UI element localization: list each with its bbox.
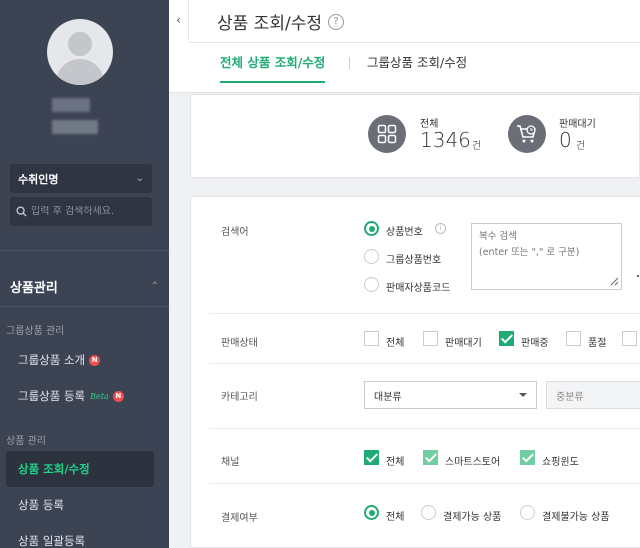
checkbox-status-on-sale[interactable]	[499, 331, 514, 346]
summary-card: 전체 1346 건 판매대기 0 건	[190, 94, 640, 178]
tab-all-products[interactable]: 전체 상품 조회/수정	[220, 52, 326, 83]
blurred-id	[52, 120, 98, 134]
sidebar-item-label: 그룹상품 소개	[18, 353, 86, 367]
option-channel-all: 전체	[386, 457, 405, 468]
sidebar-item-label: 상품 조회/수정	[18, 462, 90, 476]
info-icon[interactable]: i	[435, 223, 446, 234]
option-payment-impossible: 결제불가능 상품	[542, 512, 610, 523]
sidebar-collapse-button[interactable]: ‹	[169, 0, 189, 40]
sidebar-item-bulk-register[interactable]: 상품 일괄등록	[6, 523, 154, 548]
sidebar-item-group-register[interactable]: 그룹상품 등록 Beta N	[6, 378, 154, 414]
help-icon[interactable]: ?	[327, 13, 344, 30]
stat-waiting-unit: 건	[576, 141, 586, 152]
tab-group-products[interactable]: 그룹상품 조회/수정	[367, 52, 467, 83]
option-status-sold-out: 품절	[588, 338, 607, 349]
category-middle-value: 중분류	[556, 391, 584, 403]
menu-group-group-products: 그룹상품 관리	[6, 326, 65, 337]
avatar-body	[56, 59, 104, 85]
caret-down-icon	[519, 393, 527, 397]
sidebar-item-group-intro[interactable]: 그룹상품 소개 N	[6, 342, 154, 378]
blurred-name	[52, 98, 90, 112]
radio-payment-all[interactable]	[364, 505, 379, 520]
checkbox-status-more[interactable]	[622, 331, 637, 346]
search-icon	[16, 206, 27, 217]
sidebar-item-label: 그룹상품 등록	[18, 389, 86, 403]
chevron-up-icon: ⌃	[150, 280, 159, 292]
new-badge: N	[112, 390, 124, 402]
sidebar-search-input[interactable]	[31, 206, 146, 217]
payment-label: 결제여부	[221, 513, 258, 524]
category-label: 카테고리	[221, 392, 258, 403]
edge-marker	[637, 275, 639, 277]
menu-title: 상품관리	[10, 280, 58, 296]
category-major-value: 대분류	[374, 391, 402, 403]
row-divider	[209, 363, 640, 364]
stat-total-value[interactable]: 1346	[420, 128, 471, 152]
menu-product-management[interactable]: 상품관리 ⌃	[0, 268, 169, 304]
checkbox-status-sold-out[interactable]	[566, 331, 581, 346]
option-seller-code: 판매자상품코드	[386, 283, 451, 294]
search-textarea[interactable]	[471, 223, 622, 290]
sidebar-search[interactable]	[10, 197, 152, 226]
search-form: 검색어 상품번호 i 그룹상품번호 판매자상품코드 판매상태 전체 판매대기 판…	[190, 196, 640, 548]
sidebar-item-label: 상품 등록	[18, 498, 64, 512]
status-label: 판매상태	[221, 338, 258, 349]
checkbox-channel-smartstore[interactable]	[423, 450, 438, 465]
sidebar-item-product-search[interactable]: 상품 조회/수정	[6, 451, 154, 487]
avatar[interactable]	[47, 19, 113, 85]
option-product-number: 상품번호	[386, 227, 423, 238]
row-divider	[209, 483, 640, 484]
row-divider	[209, 428, 640, 429]
checkbox-status-waiting[interactable]	[423, 331, 438, 346]
option-payment-possible: 결제가능 상품	[443, 512, 502, 523]
search-label: 검색어	[221, 227, 249, 238]
stat-total-unit: 건	[472, 141, 482, 152]
menu-group-products: 상품 관리	[6, 436, 46, 447]
page-title: 상품 조회/수정 ?	[217, 9, 344, 34]
option-status-waiting: 판매대기	[445, 338, 482, 349]
cart-clock-icon[interactable]	[508, 115, 546, 153]
category-major-select[interactable]: 대분류	[364, 381, 537, 409]
option-channel-smartstore: 스마트스토어	[445, 457, 501, 468]
radio-payment-impossible[interactable]	[520, 505, 535, 520]
row-divider	[209, 313, 640, 314]
tab-separator	[349, 57, 350, 69]
radio-payment-possible[interactable]	[421, 505, 436, 520]
option-status-all: 전체	[386, 338, 405, 349]
option-channel-shopping-window: 쇼핑윈도	[542, 457, 579, 468]
category-middle-select[interactable]: 중분류	[546, 381, 640, 409]
beta-label: Beta	[90, 391, 109, 401]
search-type-select[interactable]: 수취인명 ⌄	[10, 164, 152, 193]
checkbox-status-all[interactable]	[364, 331, 379, 346]
radio-seller-code[interactable]	[364, 277, 379, 292]
radio-group-product-number[interactable]	[364, 249, 379, 264]
header-divider	[189, 42, 640, 43]
search-type-value: 수취인명	[18, 172, 59, 186]
checkbox-channel-all[interactable]	[364, 450, 379, 465]
sidebar-divider	[0, 306, 169, 307]
option-payment-all: 전체	[386, 512, 405, 523]
option-status-on-sale: 판매중	[521, 338, 549, 349]
sidebar: 수취인명 ⌄ 상품관리 ⌃ 그룹상품 관리 그룹상품 소개 N 그룹상품 등록 …	[0, 0, 169, 548]
new-badge: N	[89, 354, 101, 366]
grid-icon[interactable]	[368, 115, 406, 153]
sidebar-item-label: 상품 일괄등록	[18, 534, 86, 548]
checkbox-channel-shopping-window[interactable]	[520, 450, 535, 465]
chevron-left-icon: ‹	[176, 13, 181, 27]
sidebar-divider	[0, 250, 169, 251]
chevron-down-icon: ⌄	[135, 173, 144, 184]
avatar-head	[68, 32, 92, 56]
option-group-product-number: 그룹상품번호	[386, 255, 442, 266]
stat-waiting-value[interactable]: 0	[559, 128, 572, 152]
radio-product-number[interactable]	[364, 221, 379, 236]
resize-grip-icon[interactable]	[610, 277, 619, 286]
page-header: ‹ 상품 조회/수정 ? 전체 상품 조회/수정 그룹상품 조회/수정	[169, 0, 640, 93]
page-title-text: 상품 조회/수정	[217, 14, 322, 34]
channel-label: 채널	[221, 457, 240, 468]
sidebar-item-product-register[interactable]: 상품 등록	[6, 487, 154, 523]
